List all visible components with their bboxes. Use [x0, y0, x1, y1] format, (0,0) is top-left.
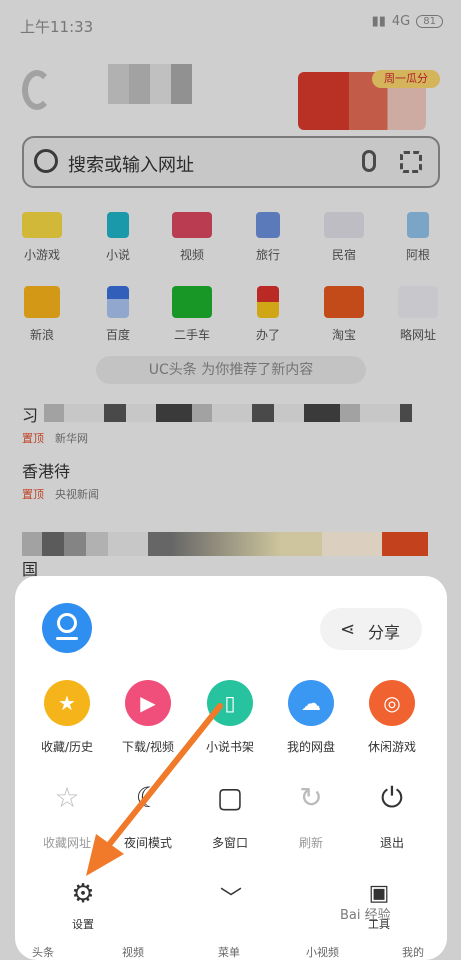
tutorial-arrow [86, 703, 223, 876]
